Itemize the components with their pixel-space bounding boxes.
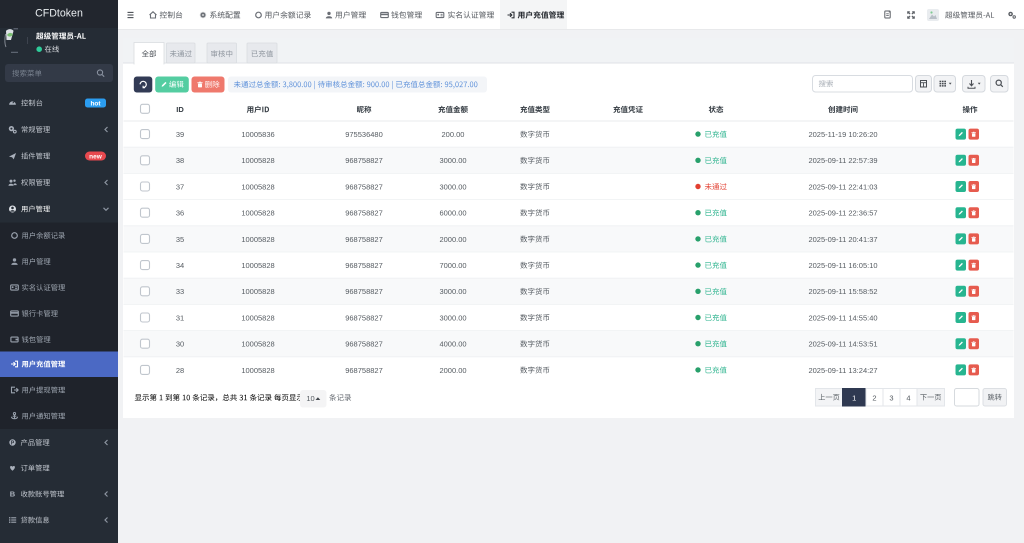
svg-text:39: 39 xyxy=(176,130,184,139)
svg-text:2025-09-11 22:41:03: 2025-09-11 22:41:03 xyxy=(808,182,877,191)
svg-text:10005828: 10005828 xyxy=(241,235,274,244)
svg-text:2025-09-11 16:05:10: 2025-09-11 16:05:10 xyxy=(808,261,877,270)
svg-text:3000.00: 3000.00 xyxy=(439,313,466,322)
svg-text:31: 31 xyxy=(176,313,184,322)
svg-text:968758827: 968758827 xyxy=(345,235,383,244)
svg-text:37: 37 xyxy=(176,182,184,191)
svg-text:35: 35 xyxy=(176,235,184,244)
svg-text:968758827: 968758827 xyxy=(345,313,383,322)
svg-text:2025-09-11 15:58:52: 2025-09-11 15:58:52 xyxy=(808,287,877,296)
svg-text:10005828: 10005828 xyxy=(241,182,274,191)
svg-text:10005828: 10005828 xyxy=(241,313,274,322)
svg-text:968758827: 968758827 xyxy=(345,340,383,349)
svg-text:968758827: 968758827 xyxy=(345,156,383,165)
svg-text:968758827: 968758827 xyxy=(345,287,383,296)
svg-text:36: 36 xyxy=(176,209,184,218)
svg-text:10: 10 xyxy=(306,394,314,403)
svg-text:10005828: 10005828 xyxy=(241,366,274,375)
svg-text:hot: hot xyxy=(90,100,101,107)
svg-text:10005828: 10005828 xyxy=(241,340,274,349)
svg-text:28: 28 xyxy=(176,366,184,375)
svg-text:CFDtoken: CFDtoken xyxy=(35,8,83,20)
svg-text:4000.00: 4000.00 xyxy=(439,340,466,349)
svg-text:new: new xyxy=(89,153,103,160)
svg-text:10005828: 10005828 xyxy=(241,156,274,165)
svg-text:975536480: 975536480 xyxy=(345,130,383,139)
svg-text:30: 30 xyxy=(176,340,184,349)
svg-text:968758827: 968758827 xyxy=(345,366,383,375)
svg-text:3000.00: 3000.00 xyxy=(439,287,466,296)
svg-text:3000.00: 3000.00 xyxy=(439,182,466,191)
svg-text:7000.00: 7000.00 xyxy=(439,261,466,270)
svg-text:2025-09-11 14:53:51: 2025-09-11 14:53:51 xyxy=(808,340,877,349)
svg-text:2025-09-11 14:55:40: 2025-09-11 14:55:40 xyxy=(808,313,877,322)
svg-text:2000.00: 2000.00 xyxy=(439,235,466,244)
svg-text:2025-09-11 22:57:39: 2025-09-11 22:57:39 xyxy=(808,156,877,165)
svg-text:10005836: 10005836 xyxy=(241,130,274,139)
svg-text:B: B xyxy=(10,490,16,499)
svg-text:1: 1 xyxy=(852,393,856,402)
svg-text:200.00: 200.00 xyxy=(442,130,465,139)
svg-text:6000.00: 6000.00 xyxy=(439,209,466,218)
svg-text:4: 4 xyxy=(906,393,910,402)
svg-text:33: 33 xyxy=(176,287,184,296)
svg-text:10005828: 10005828 xyxy=(241,209,274,218)
svg-text:2025-09-11 22:36:57: 2025-09-11 22:36:57 xyxy=(808,209,877,218)
svg-text:10005828: 10005828 xyxy=(241,287,274,296)
svg-text:2025-11-19 10:26:20: 2025-11-19 10:26:20 xyxy=(808,130,877,139)
svg-text:2000.00: 2000.00 xyxy=(439,366,466,375)
svg-text:38: 38 xyxy=(176,156,184,165)
svg-text:3000.00: 3000.00 xyxy=(439,156,466,165)
svg-text:968758827: 968758827 xyxy=(345,182,383,191)
svg-text:2: 2 xyxy=(872,393,876,402)
svg-text:ID: ID xyxy=(176,105,184,114)
svg-text:968758827: 968758827 xyxy=(345,261,383,270)
svg-text:3: 3 xyxy=(889,393,893,402)
svg-text:2025-09-11 13:24:27: 2025-09-11 13:24:27 xyxy=(808,366,877,375)
svg-text:2025-09-11 20:41:37: 2025-09-11 20:41:37 xyxy=(808,235,877,244)
svg-text:968758827: 968758827 xyxy=(345,209,383,218)
svg-text:34: 34 xyxy=(176,261,184,270)
svg-text:10005828: 10005828 xyxy=(241,261,274,270)
